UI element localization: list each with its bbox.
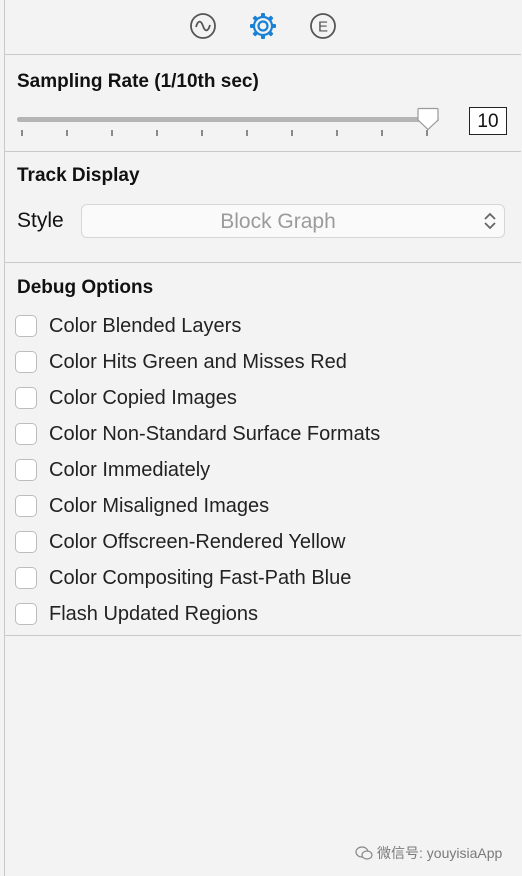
style-label: Style bbox=[17, 209, 64, 232]
debug-options-list: Color Blended Layers Color Hits Green an… bbox=[15, 313, 495, 637]
debug-option-label[interactable]: Color Hits Green and Misses Red bbox=[49, 351, 347, 374]
debug-option[interactable]: Color Compositing Fast-Path Blue bbox=[15, 565, 495, 601]
debug-option[interactable]: Color Misaligned Images bbox=[15, 493, 495, 529]
debug-option[interactable]: Color Hits Green and Misses Red bbox=[15, 349, 495, 385]
debug-option[interactable]: Color Immediately bbox=[15, 457, 495, 493]
slider-tick bbox=[111, 130, 113, 136]
slider-tick bbox=[291, 130, 293, 136]
slider-tick bbox=[201, 130, 203, 136]
track-display-title: Track Display bbox=[17, 165, 140, 186]
checkbox[interactable] bbox=[15, 531, 37, 553]
debug-option-label[interactable]: Color Copied Images bbox=[49, 387, 237, 410]
checkbox[interactable] bbox=[15, 495, 37, 517]
debug-options-section: Debug Options Color Blended Layers Color… bbox=[5, 263, 521, 636]
debug-option[interactable]: Flash Updated Regions bbox=[15, 601, 495, 637]
sampling-section: Sampling Rate (1/10th sec) bbox=[5, 55, 521, 152]
sampling-title: Sampling Rate (1/10th sec) bbox=[17, 71, 259, 92]
inspector-panel: E Sampling Rate (1/10th sec) 10 Track Di… bbox=[4, 0, 521, 876]
checkbox[interactable] bbox=[15, 603, 37, 625]
up-down-chevron-icon bbox=[482, 210, 498, 232]
waveform-icon[interactable] bbox=[188, 11, 218, 41]
debug-options-title: Debug Options bbox=[17, 277, 154, 298]
debug-option-label[interactable]: Color Misaligned Images bbox=[49, 495, 269, 518]
e-glyph: E bbox=[318, 19, 328, 36]
checkbox[interactable] bbox=[15, 459, 37, 481]
style-popup-value: Block Graph bbox=[220, 210, 336, 233]
debug-option-label[interactable]: Color Immediately bbox=[49, 459, 210, 482]
debug-option-label[interactable]: Color Blended Layers bbox=[49, 315, 241, 338]
watermark-text: 微信号: youyisiaApp bbox=[377, 845, 503, 861]
slider-tick bbox=[246, 130, 248, 136]
debug-option-label[interactable]: Color Non-Standard Surface Formats bbox=[49, 423, 380, 446]
watermark: 微信号: youyisiaApp bbox=[355, 843, 502, 863]
debug-option-label[interactable]: Color Offscreen-Rendered Yellow bbox=[49, 531, 345, 554]
sampling-value-field[interactable]: 10 bbox=[469, 107, 507, 135]
gear-icon[interactable] bbox=[248, 11, 278, 41]
debug-option-label[interactable]: Flash Updated Regions bbox=[49, 603, 258, 626]
sampling-slider-track[interactable] bbox=[17, 117, 439, 122]
slider-tick bbox=[21, 130, 23, 136]
checkbox[interactable] bbox=[15, 315, 37, 337]
debug-option[interactable]: Color Copied Images bbox=[15, 385, 495, 421]
inspector-tab-bar: E bbox=[5, 0, 521, 55]
debug-option[interactable]: Color Offscreen-Rendered Yellow bbox=[15, 529, 495, 565]
checkbox[interactable] bbox=[15, 387, 37, 409]
checkbox[interactable] bbox=[15, 567, 37, 589]
checkbox[interactable] bbox=[15, 351, 37, 373]
e-circle-icon[interactable]: E bbox=[308, 11, 338, 41]
style-popup-button[interactable]: Block Graph bbox=[81, 204, 505, 238]
slider-tick bbox=[381, 130, 383, 136]
slider-tick bbox=[336, 130, 338, 136]
slider-tick bbox=[66, 130, 68, 136]
sampling-slider-thumb[interactable] bbox=[417, 107, 439, 131]
debug-option[interactable]: Color Blended Layers bbox=[15, 313, 495, 349]
sampling-slider-fill bbox=[17, 117, 428, 122]
track-display-section: Track Display Style Block Graph bbox=[5, 152, 521, 263]
debug-option-label[interactable]: Color Compositing Fast-Path Blue bbox=[49, 567, 351, 590]
checkbox[interactable] bbox=[15, 423, 37, 445]
debug-option[interactable]: Color Non-Standard Surface Formats bbox=[15, 421, 495, 457]
slider-tick bbox=[156, 130, 158, 136]
wechat-icon bbox=[355, 846, 373, 860]
